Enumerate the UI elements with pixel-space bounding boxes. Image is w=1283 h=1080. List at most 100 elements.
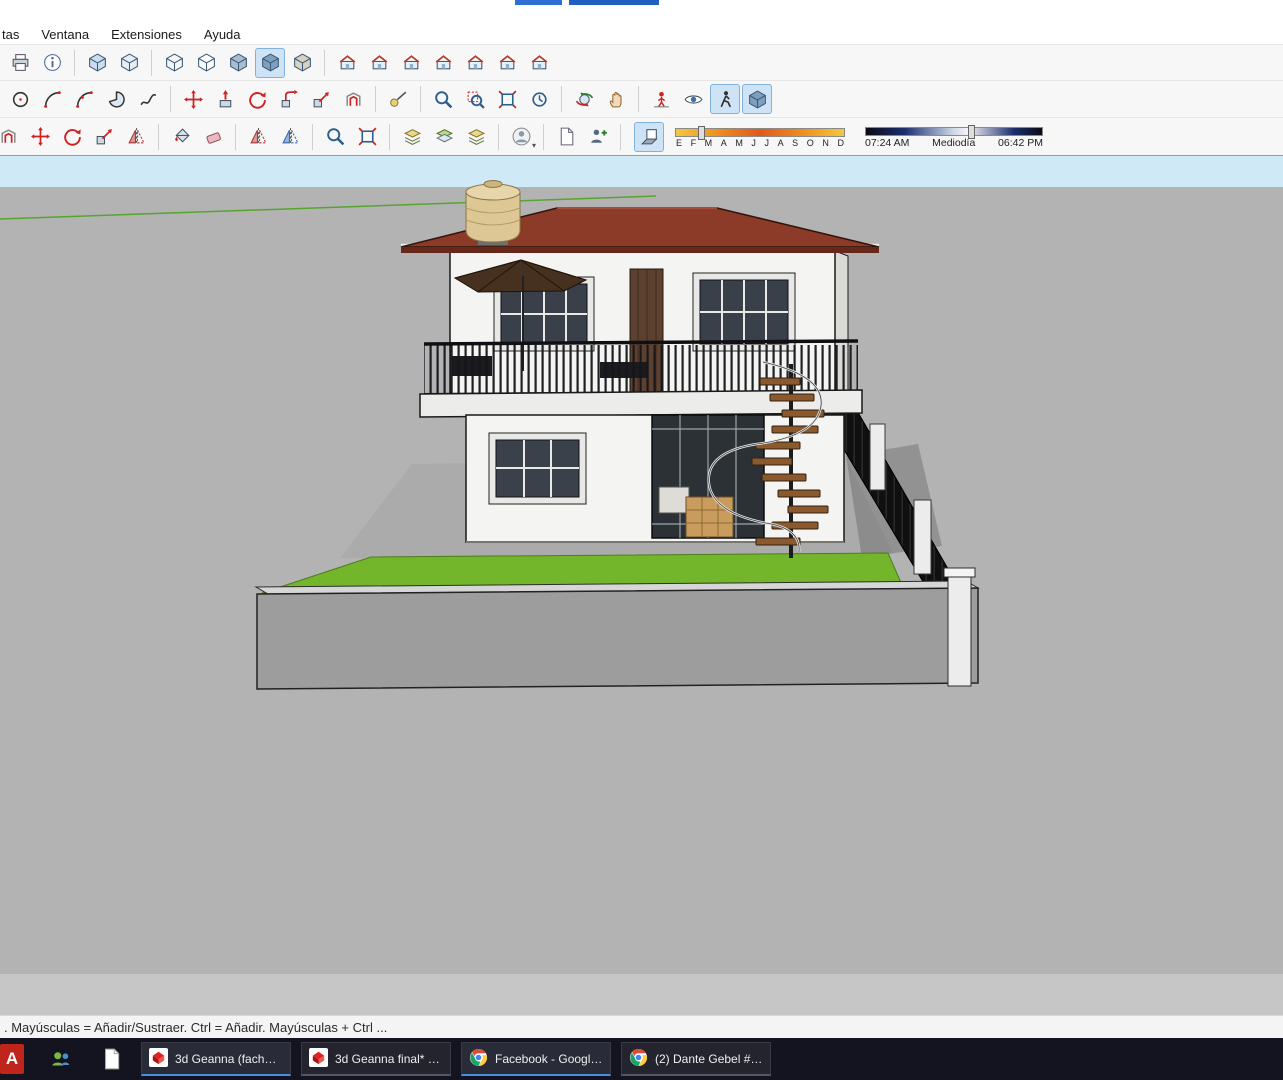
shadow-time-control: 07:24 AM Mediodía 06:42 PM [865,124,1043,149]
smooth-surface-tool-button[interactable] [429,122,459,152]
rotate-tool-button[interactable] [242,84,272,114]
month-letter-8: A [778,138,784,148]
shadow-time-end: 06:42 PM [998,137,1043,149]
camera-mode-toggle-button[interactable] [742,84,772,114]
zoom-previous-tool-button[interactable] [524,84,554,114]
offset-tool-button[interactable] [338,84,368,114]
menu-tas[interactable]: tas [2,27,19,42]
toolbar-separator [158,124,159,150]
menu-ayuda[interactable]: Ayuda [204,27,241,42]
circle-tool-button[interactable] [5,84,35,114]
toolbar-separator [151,50,152,76]
freehand-tool-button[interactable] [133,84,163,114]
scale-copy-tool-button[interactable] [89,122,119,152]
pie-tool-button[interactable] [101,84,131,114]
rotate-copy-tool-button[interactable] [57,122,87,152]
style-hidden-line-button[interactable] [191,48,221,78]
zoom-extents-tool-2-button[interactable] [352,122,382,152]
pan-tool-button[interactable] [601,84,631,114]
two-point-arc-tool-button[interactable] [69,84,99,114]
statusbar: . Mayúsculas = Añadir/Sustraer. Ctrl = A… [0,1015,1283,1038]
shadow-time-slider-thumb[interactable] [968,125,975,139]
menu-extensiones[interactable]: Extensiones [111,27,182,42]
orbit-tool-button[interactable] [569,84,599,114]
toolbar-row-2 [0,80,1283,117]
view-bottom-button[interactable] [524,48,554,78]
shadow-panel: EFMAMJJASOND 07:24 AM Mediodía 06:42 PM [633,122,1053,152]
style-back-edges-button[interactable] [114,48,144,78]
shadow-date-slider-thumb[interactable] [698,126,705,140]
toolbar-separator [389,124,390,150]
zoom-tool-button[interactable] [428,84,458,114]
toolbar-separator [561,86,562,112]
paint-bucket-tool-button[interactable] [166,122,196,152]
account-button-button[interactable]: ▾ [506,122,536,152]
status-text: . Mayúsculas = Añadir/Sustraer. Ctrl = A… [4,1020,387,1035]
shadow-time-start: 07:24 AM [865,137,909,149]
scale-tool-button[interactable] [306,84,336,114]
soften-edges-tool-button[interactable] [397,122,427,152]
zoom-window-tool-button[interactable] [460,84,490,114]
view-back-button[interactable] [460,48,490,78]
menu-ventana[interactable]: Ventana [41,27,89,42]
sandbox-tool-button[interactable] [461,122,491,152]
toolbar-separator [74,50,75,76]
sketchup-icon [309,1048,328,1070]
offset-copy-tool-button[interactable] [0,122,23,152]
push-pull-tool-button[interactable] [210,84,240,114]
model-viewport[interactable] [0,155,1283,973]
follow-me-tool-button[interactable] [274,84,304,114]
style-shaded-button[interactable] [223,48,253,78]
position-camera-tool-button[interactable] [646,84,676,114]
tape-measure-tool-button[interactable] [383,84,413,114]
month-letter-2: F [691,138,697,148]
task-label: 3d Geanna (fachad... [175,1052,283,1066]
taskbar-task-4[interactable]: (2) Dante Gebel #95... [621,1042,771,1076]
view-iso-button[interactable] [332,48,362,78]
add-person-button-button[interactable] [583,122,613,152]
style-wireframe-button[interactable] [159,48,189,78]
new-model-button-button[interactable] [551,122,581,152]
print-button[interactable] [5,48,35,78]
flip-red-tool-button[interactable] [243,122,273,152]
style-xray-button[interactable] [82,48,112,78]
shadow-time-slider[interactable] [865,127,1043,136]
style-monochrome-button[interactable] [287,48,317,78]
taskbar-task-3[interactable]: Facebook - Google ... [461,1042,611,1076]
toolbar-separator [420,86,421,112]
look-around-tool-button[interactable] [678,84,708,114]
house-model-drawing [0,156,1283,974]
arc-tool-button[interactable] [37,84,67,114]
document-icon[interactable] [98,1046,124,1072]
style-shaded-textures-button[interactable] [255,48,285,78]
month-letter-5: M [735,138,743,148]
eraser-tool-button[interactable] [198,122,228,152]
mirror-tool-button[interactable] [121,122,151,152]
toolbar-separator [543,124,544,150]
taskbar-task-1[interactable]: 3d Geanna (fachad... [141,1042,291,1076]
account-button-dropdown-arrow-icon[interactable]: ▾ [532,141,536,150]
view-top-button[interactable] [364,48,394,78]
view-left-button[interactable] [492,48,522,78]
month-letter-9: S [792,138,798,148]
flip-blue-tool-button[interactable] [275,122,305,152]
toolbar-separator [375,86,376,112]
move-tool-button[interactable] [178,84,208,114]
autocad-icon[interactable]: A [0,1044,24,1074]
shadow-date-control: EFMAMJJASOND [675,125,845,148]
people-icon[interactable] [48,1046,74,1072]
shadow-date-slider[interactable] [675,128,845,137]
zoom-extents-tool-button[interactable] [492,84,522,114]
view-front-button[interactable] [396,48,426,78]
toggle-shadows-button[interactable] [634,122,664,152]
model-info-button[interactable] [37,48,67,78]
taskbar: A 3d Geanna (fachad... 3d Geanna final* - … [0,1038,1283,1080]
month-letter-11: N [822,138,829,148]
walk-tool-button[interactable] [710,84,740,114]
window-artifact-bar-1 [515,0,562,5]
toolbar-separator [312,124,313,150]
view-right-button[interactable] [428,48,458,78]
taskbar-task-2[interactable]: 3d Geanna final* - ... [301,1042,451,1076]
move-copy-tool-button[interactable] [25,122,55,152]
zoom-tool-2-button[interactable] [320,122,350,152]
